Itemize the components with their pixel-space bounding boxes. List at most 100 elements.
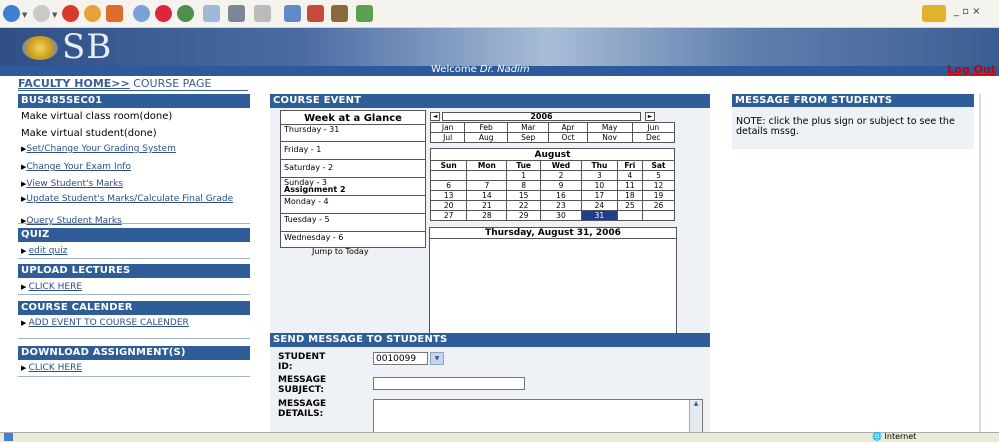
week-day-thursday[interactable]: Thursday - 31 xyxy=(281,124,425,141)
history-icon[interactable] xyxy=(177,5,194,22)
calendar-day-13[interactable]: 13 xyxy=(429,190,468,201)
prev-year-button[interactable]: ◄ xyxy=(430,112,440,121)
next-year-button[interactable]: ► xyxy=(645,112,655,121)
link-update-marks-label[interactable]: Update Student's Marks/Calculate Final G… xyxy=(26,194,233,204)
link-view-marks[interactable]: ▶View Student's Marks xyxy=(21,179,123,189)
link-download-assignment-label[interactable]: CLICK HERE xyxy=(29,363,82,373)
month-jul[interactable]: Jul xyxy=(429,132,466,143)
week-day-wednesday[interactable]: Wednesday - 6 xyxy=(281,231,425,248)
calendar-day-26[interactable]: 26 xyxy=(642,200,675,211)
month-nov[interactable]: Nov xyxy=(586,132,633,143)
refresh-icon[interactable] xyxy=(84,5,101,22)
calendar-day-5[interactable]: 5 xyxy=(642,170,675,181)
calendar-day-27[interactable]: 27 xyxy=(429,210,468,221)
calendar-day-28[interactable]: 28 xyxy=(466,210,508,221)
link-update-marks[interactable]: ▶Update Student's Marks/Calculate Final … xyxy=(21,194,246,204)
back-dropdown-icon[interactable]: ▼ xyxy=(22,11,27,19)
calendar-day-10[interactable]: 10 xyxy=(581,180,618,191)
month-dec[interactable]: Dec xyxy=(631,132,676,143)
calendar-day-31[interactable]: 31 xyxy=(581,210,618,221)
mail-icon[interactable] xyxy=(203,5,220,22)
student-id-select[interactable]: 0010099 xyxy=(373,352,428,365)
edit-icon[interactable] xyxy=(254,5,271,22)
week-day-saturday[interactable]: Saturday - 2 xyxy=(281,159,425,177)
logout-link[interactable]: Log Out xyxy=(947,63,996,76)
calendar-day-8[interactable]: 8 xyxy=(506,180,541,191)
link-add-event-label[interactable]: ADD EVENT TO COURSE CALENDER xyxy=(29,318,189,328)
calendar-day-14[interactable]: 14 xyxy=(466,190,508,201)
month-oct[interactable]: Oct xyxy=(548,132,588,143)
calendar-day-21[interactable]: 21 xyxy=(466,200,508,211)
dropdown-arrow-icon[interactable]: ▼ xyxy=(430,352,444,365)
month-sep[interactable]: Sep xyxy=(507,132,550,143)
calendar-day-24[interactable]: 24 xyxy=(581,200,618,211)
calendar-day-12[interactable]: 12 xyxy=(642,180,675,191)
message-details-textarea[interactable]: ▲ xyxy=(373,399,703,433)
breadcrumb-faculty-home[interactable]: FACULTY HOME>> xyxy=(18,77,130,90)
jump-to-today-link[interactable]: Jump to Today xyxy=(312,247,369,256)
link-edit-quiz-label[interactable]: edit quiz xyxy=(29,246,68,256)
link-exam-info-label[interactable]: Change Your Exam Info xyxy=(26,162,131,172)
calendar-day-22[interactable]: 22 xyxy=(506,200,541,211)
divider xyxy=(18,294,250,295)
calendar-day-29[interactable]: 29 xyxy=(506,210,541,221)
student-id-label: STUDENT ID: xyxy=(278,352,326,372)
calendar-day-19[interactable]: 19 xyxy=(642,190,675,201)
tools-icon[interactable] xyxy=(331,5,348,22)
print-icon[interactable] xyxy=(228,5,245,22)
week-day-monday[interactable]: Monday - 4 xyxy=(281,195,425,213)
calendar-day-11[interactable]: 11 xyxy=(616,180,644,191)
calendar-day-20[interactable]: 20 xyxy=(429,200,468,211)
link-query-marks[interactable]: ▶Query Student Marks xyxy=(21,216,122,226)
link-view-marks-label[interactable]: View Student's Marks xyxy=(26,179,123,189)
assignment-note[interactable]: Assignment 2 xyxy=(284,185,346,194)
textarea-scrollbar[interactable]: ▲ xyxy=(689,400,702,433)
month-may[interactable]: May xyxy=(586,122,633,133)
calendar-day-23[interactable]: 23 xyxy=(539,200,583,211)
calendar-day-30[interactable]: 30 xyxy=(539,210,583,221)
month-jun[interactable]: Jun xyxy=(631,122,676,133)
link-exam-info[interactable]: ▶Change Your Exam Info xyxy=(21,162,131,172)
link-add-event[interactable]: ▶ ADD EVENT TO COURSE CALENDER xyxy=(21,318,221,328)
calendar-day-1[interactable]: 1 xyxy=(506,170,541,181)
link-query-marks-label[interactable]: Query Student Marks xyxy=(26,216,121,226)
month-jan[interactable]: Jan xyxy=(429,122,466,133)
calendar-day-17[interactable]: 17 xyxy=(581,190,618,201)
calendar-day-18[interactable]: 18 xyxy=(616,190,644,201)
calendar-day-15[interactable]: 15 xyxy=(506,190,541,201)
stop-icon[interactable] xyxy=(62,5,79,22)
link-upload-lectures-label[interactable]: CLICK HERE xyxy=(29,282,82,292)
link-upload-lectures[interactable]: ▶ CLICK HERE xyxy=(21,282,82,292)
search-icon[interactable] xyxy=(133,5,150,22)
calendar-day-25[interactable]: 25 xyxy=(616,200,644,211)
discuss-icon[interactable] xyxy=(356,5,373,22)
month-aug[interactable]: Aug xyxy=(464,132,509,143)
research-icon[interactable] xyxy=(307,5,324,22)
month-apr[interactable]: Apr xyxy=(548,122,588,133)
calendar-day-4[interactable]: 4 xyxy=(616,170,644,181)
calendar-day-3[interactable]: 3 xyxy=(581,170,618,181)
favorites-icon[interactable] xyxy=(155,5,172,22)
calendar-day-6[interactable]: 6 xyxy=(429,180,468,191)
week-day-friday[interactable]: Friday - 1 xyxy=(281,141,425,159)
month-feb[interactable]: Feb xyxy=(464,122,509,133)
messenger-icon[interactable] xyxy=(284,5,301,22)
week-day-tuesday[interactable]: Tuesday - 5 xyxy=(281,213,425,231)
window-controls[interactable]: _ ▫ × xyxy=(954,6,981,17)
link-edit-quiz[interactable]: ▶ edit quiz xyxy=(21,246,67,256)
link-download-assignment[interactable]: ▶ CLICK HERE xyxy=(21,363,82,373)
calendar-day-7[interactable]: 7 xyxy=(466,180,508,191)
scroll-up-icon[interactable]: ▲ xyxy=(690,400,702,407)
forward-dropdown-icon[interactable]: ▼ xyxy=(52,11,57,19)
back-icon[interactable] xyxy=(3,5,20,22)
link-grading-system[interactable]: ▶Set/Change Your Grading System xyxy=(21,144,176,154)
calendar-day-2[interactable]: 2 xyxy=(539,170,583,181)
month-mar[interactable]: Mar xyxy=(507,122,550,133)
calendar-day-9[interactable]: 9 xyxy=(539,180,583,191)
home-icon[interactable] xyxy=(106,5,123,22)
link-grading-system-label[interactable]: Set/Change Your Grading System xyxy=(26,144,175,154)
week-day-sunday[interactable]: Sunday - 3 Assignment 2 xyxy=(281,177,425,195)
message-subject-input[interactable] xyxy=(373,377,525,390)
forward-icon[interactable] xyxy=(33,5,50,22)
calendar-day-16[interactable]: 16 xyxy=(539,190,583,201)
